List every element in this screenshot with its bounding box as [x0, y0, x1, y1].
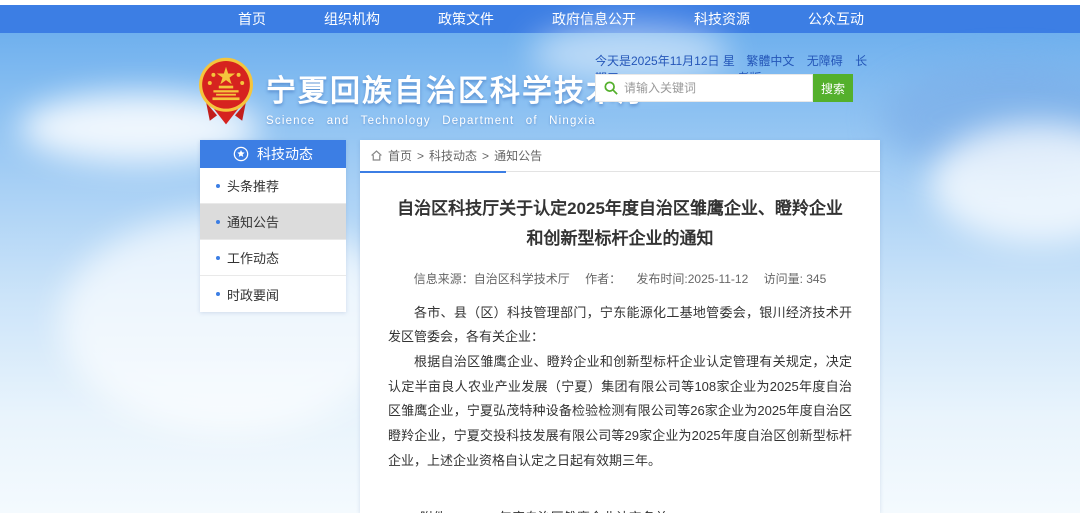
- sidebar-item-work-trends[interactable]: 工作动态: [200, 240, 346, 276]
- search-icon: [604, 81, 618, 95]
- page: 首页 组织机构 政策文件 政府信息公开 科技资源 公众互动: [0, 0, 1080, 513]
- site-title: 宁夏回族自治区科学技术厅: [266, 66, 650, 110]
- search-box: [595, 74, 813, 102]
- meta-publish-time: 发布时间:2025-11-12: [636, 272, 748, 286]
- breadcrumb-active-underline: [360, 171, 506, 173]
- attachments-block: 附件： 1.2025年度自治区雏鹰企业认定名单 2.2025年度自治区瞪羚企业认…: [420, 507, 880, 513]
- nav-item-public-interaction[interactable]: 公众互动: [808, 9, 864, 29]
- nav-item-sci-resources[interactable]: 科技资源: [694, 9, 750, 29]
- breadcrumb-separator: >: [482, 149, 489, 163]
- sidebar: 科技动态 头条推荐 通知公告 工作动态 时政要闻: [200, 140, 346, 312]
- meta-author: 作者：: [585, 272, 621, 286]
- nav-item-home[interactable]: 首页: [238, 9, 266, 29]
- article-body: 各市、县（区）科技管理部门，宁东能源化工基地管委会，银川经济技术开发区管委会，各…: [388, 301, 852, 474]
- breadcrumb-sci-trends[interactable]: 科技动态: [429, 147, 477, 164]
- bullet-icon: [216, 292, 220, 296]
- article-paragraph: 各市、县（区）科技管理部门，宁东能源化工基地管委会，银川经济技术开发区管委会，各…: [388, 301, 852, 350]
- article-title: 自治区科技厅关于认定2025年度自治区雏鹰企业、瞪羚企业 和创新型标杆企业的通知: [390, 194, 850, 254]
- site-title-block: 宁夏回族自治区科学技术厅 Science and Technology Depa…: [266, 66, 650, 127]
- meta-source: 信息来源：自治区科学技术厅: [414, 272, 570, 286]
- breadcrumb: 首页 > 科技动态 > 通知公告: [360, 140, 880, 172]
- sidebar-item-notices[interactable]: 通知公告: [200, 204, 346, 240]
- breadcrumb-notices[interactable]: 通知公告: [494, 147, 542, 164]
- breadcrumb-home[interactable]: 首页: [388, 147, 412, 164]
- nav-item-organization[interactable]: 组织机构: [324, 9, 380, 29]
- sidebar-item-politics-news[interactable]: 时政要闻: [200, 276, 346, 312]
- article-meta: 信息来源：自治区科学技术厅 作者： 发布时间:2025-11-12 访问量: 3…: [360, 270, 880, 287]
- site-subtitle: Science and Technology Department of Nin…: [266, 115, 650, 127]
- traditional-chinese-link[interactable]: 繁體中文: [746, 54, 794, 68]
- search-bar: 搜索: [595, 74, 853, 102]
- nav-item-policy[interactable]: 政策文件: [438, 9, 494, 29]
- star-circle-icon: [233, 146, 249, 162]
- sidebar-title: 科技动态: [257, 144, 313, 164]
- bullet-icon: [216, 184, 220, 188]
- main-content-panel: 首页 > 科技动态 > 通知公告 自治区科技厅关于认定2025年度自治区雏鹰企业…: [360, 140, 880, 513]
- search-input[interactable]: [624, 81, 804, 95]
- attachments-list: 1.2025年度自治区雏鹰企业认定名单 2.2025年度自治区瞪羚企业认定名单 …: [459, 507, 707, 513]
- sidebar-header: 科技动态: [200, 140, 346, 168]
- article-paragraph: 根据自治区雏鹰企业、瞪羚企业和创新型标杆企业认定管理有关规定，决定认定半亩良人农…: [388, 350, 852, 473]
- accessibility-link[interactable]: 无障碍: [807, 54, 843, 68]
- meta-visits: 访问量: 345: [764, 272, 827, 286]
- breadcrumb-separator: >: [417, 149, 424, 163]
- top-navbar: 首页 组织机构 政策文件 政府信息公开 科技资源 公众互动: [0, 5, 1080, 33]
- bullet-icon: [216, 220, 220, 224]
- search-button[interactable]: 搜索: [813, 74, 853, 102]
- national-emblem-logo: [197, 56, 255, 128]
- bullet-icon: [216, 256, 220, 260]
- home-icon: [370, 149, 383, 162]
- attachment-link-eagle-list[interactable]: 1.2025年度自治区雏鹰企业认定名单: [459, 507, 707, 513]
- attachments-label: 附件：: [420, 507, 459, 513]
- sidebar-item-headline[interactable]: 头条推荐: [200, 168, 346, 204]
